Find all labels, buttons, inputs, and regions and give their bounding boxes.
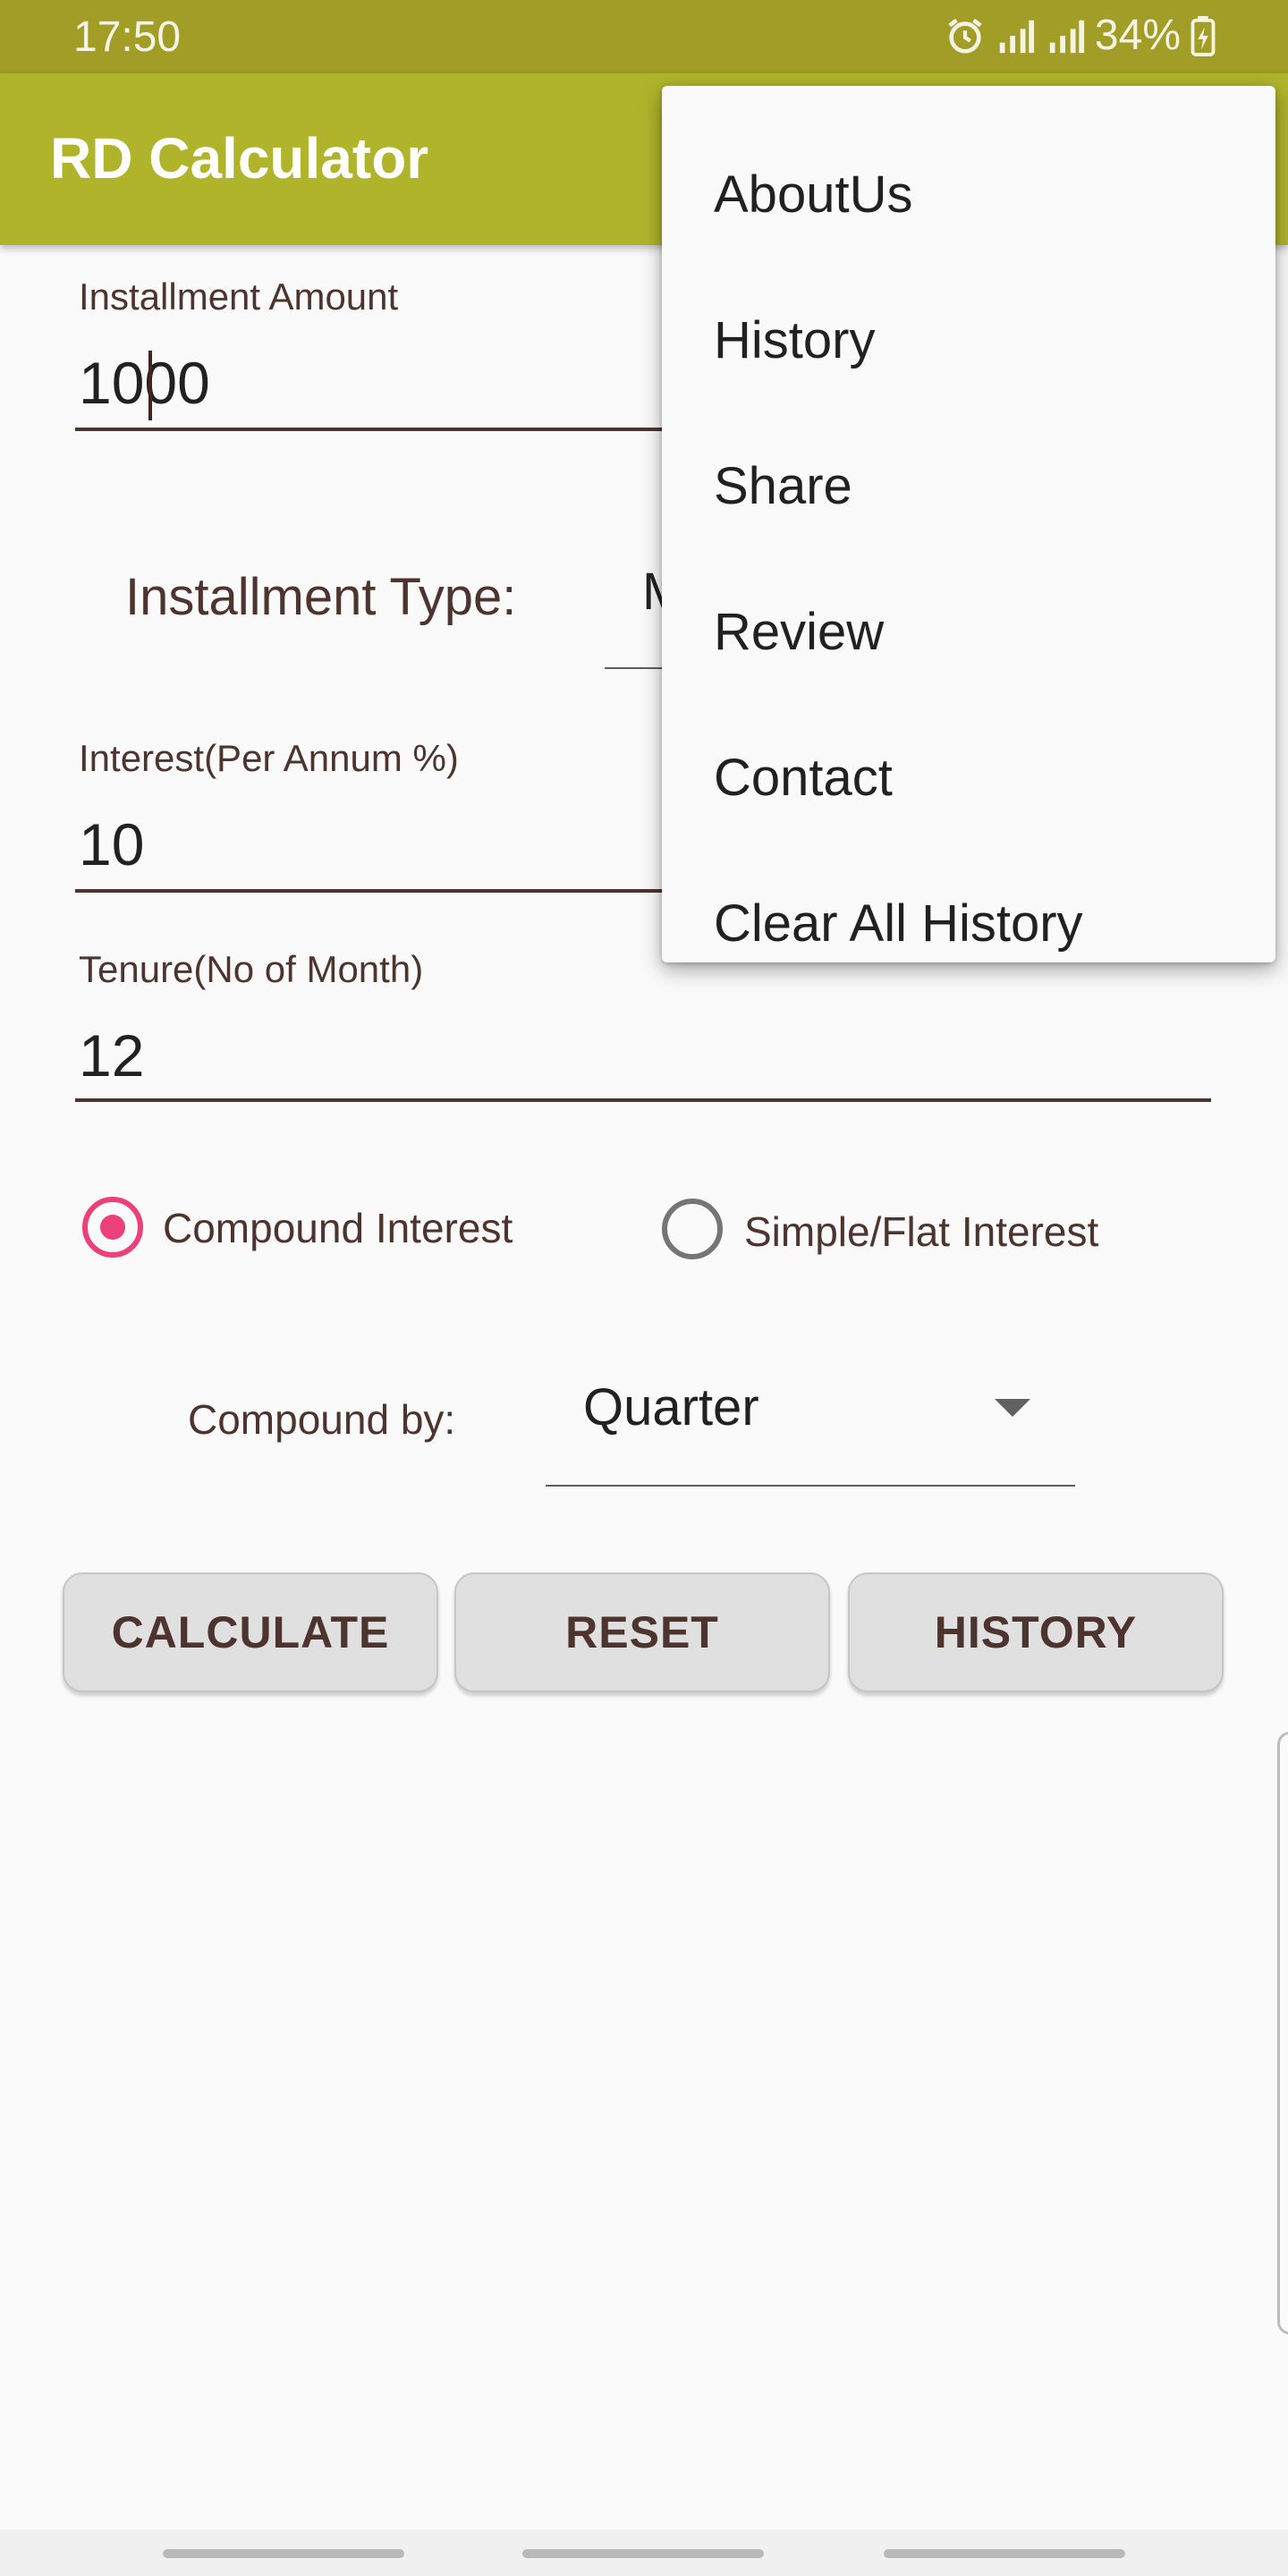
simple-interest-label[interactable]: Simple/Flat Interest — [744, 1208, 1098, 1256]
menu-item-contact[interactable]: Contact — [662, 705, 1275, 851]
app-title: RD Calculator — [50, 126, 429, 191]
calculate-button[interactable]: CALCULATE — [63, 1572, 438, 1692]
history-button[interactable]: HISTORY — [848, 1572, 1224, 1692]
menu-item-clear-all-history[interactable]: Clear All History — [662, 851, 1275, 996]
tenure-label: Tenure(No of Month) — [79, 948, 424, 990]
menu-item-review[interactable]: Review — [662, 559, 1275, 705]
interest-label: Interest(Per Annum %) — [79, 737, 459, 779]
simple-interest-radio[interactable] — [662, 1199, 723, 1259]
scroll-handle[interactable] — [1277, 1732, 1288, 2334]
screen: 17:50 34% RD Calculator Installment Amou… — [0, 0, 1288, 2576]
interest-input[interactable]: 10 — [79, 810, 144, 878]
tenure-underline — [75, 1098, 1211, 1102]
nav-recents-handle[interactable] — [163, 2549, 404, 2558]
battery-charging-icon — [1190, 15, 1216, 56]
signal-icon — [1045, 15, 1086, 56]
signal-icon — [995, 15, 1036, 56]
menu-item-aboutus[interactable]: AboutUs — [662, 122, 1275, 267]
compound-by-label: Compound by: — [188, 1396, 456, 1443]
status-time: 17:50 — [73, 13, 182, 61]
status-bar: 17:50 34% — [0, 0, 1288, 73]
compound-interest-radio[interactable] — [82, 1197, 143, 1258]
installment-type-label: Installment Type: — [125, 568, 517, 626]
dropdown-arrow-icon[interactable] — [995, 1399, 1030, 1417]
status-icons: 34% — [945, 11, 1216, 60]
compound-by-underline — [546, 1485, 1075, 1487]
compound-by-spinner[interactable]: Quarter — [583, 1377, 759, 1437]
text-cursor — [148, 351, 152, 420]
tenure-input[interactable]: 12 — [79, 1021, 144, 1089]
alarm-icon — [945, 15, 986, 56]
installment-amount-label: Installment Amount — [79, 275, 399, 318]
installment-amount-input[interactable]: 1000 — [79, 349, 210, 417]
overflow-menu: AboutUs History Share Review Contact Cle… — [662, 86, 1275, 962]
compound-interest-label[interactable]: Compound Interest — [163, 1204, 513, 1252]
nav-home-handle[interactable] — [522, 2549, 764, 2558]
reset-button[interactable]: RESET — [454, 1572, 830, 1692]
nav-back-handle[interactable] — [884, 2549, 1125, 2558]
menu-item-share[interactable]: Share — [662, 413, 1275, 559]
battery-percent: 34% — [1094, 12, 1181, 59]
menu-item-history[interactable]: History — [662, 267, 1275, 413]
